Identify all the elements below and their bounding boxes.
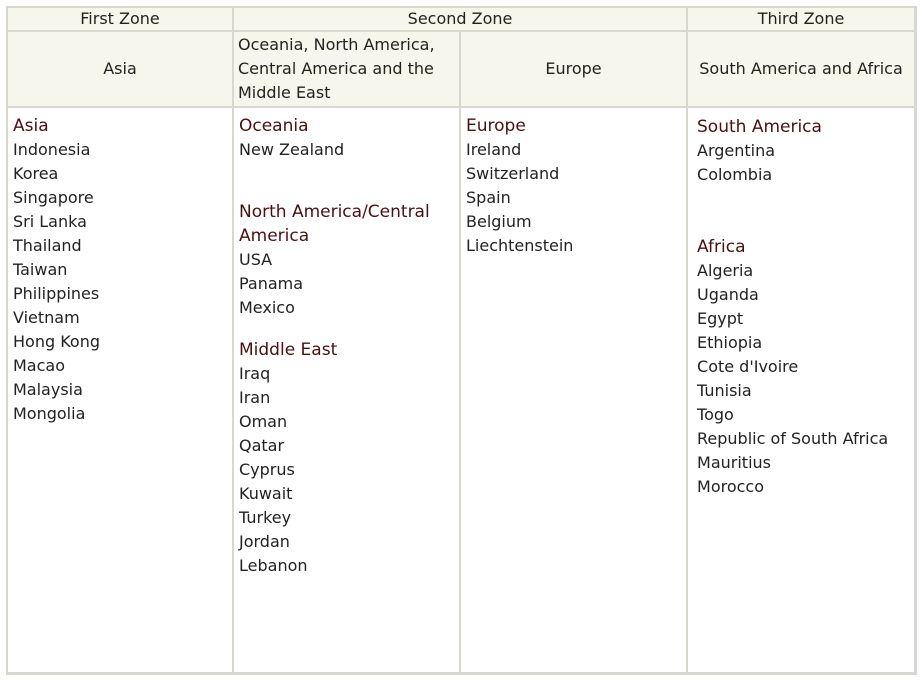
country-item: Belgium [466, 212, 532, 231]
region-header-asia: Asia [8, 32, 234, 108]
country-item: Ethiopia [697, 333, 763, 352]
country-item: Cyprus [239, 460, 295, 479]
region-title: Middle East [239, 340, 338, 360]
region-group-asia: Asia Indonesia Korea Singapore Sri Lanka Thai… [13, 114, 228, 426]
region-group-africa: Africa Algeria Uganda Egypt Ethiopia Cote d'I… [697, 235, 910, 499]
country-item: Oman [239, 412, 288, 431]
country-item: Panama [239, 274, 304, 293]
zone-header-third: Third Zone [688, 8, 915, 32]
region-title: Asia [13, 116, 49, 136]
country-item: New Zealand [239, 140, 345, 159]
zone-header-second: Second Zone [234, 8, 689, 32]
country-item: Ireland [466, 140, 522, 159]
region-group-oceania: Oceania New Zealand [239, 114, 455, 162]
country-item: Tunisia [697, 381, 752, 400]
country-item: Algeria [697, 261, 754, 280]
column-asia: Asia Indonesia Korea Singapore Sri Lanka Thai… [8, 108, 234, 672]
country-item: Turkey [239, 508, 292, 527]
country-item: Thailand [13, 236, 82, 255]
region-group-south-america: South America Argentina Colombia [697, 115, 910, 187]
zone-header-first: First Zone [8, 8, 234, 32]
country-item: Qatar [239, 436, 285, 455]
region-header-oceania-americas-middle-east: Oceania, North America, Central America … [234, 32, 461, 108]
country-item: Morocco [697, 477, 765, 496]
region-title: Europe [466, 116, 526, 136]
region-group-north-america-central-america: North America/Central America USA Panama Me… [239, 200, 455, 320]
country-item: Lebanon [239, 556, 308, 575]
region-group-europe: Europe Ireland Switzerland Spain Belgium Liec… [466, 114, 682, 258]
column-europe: Europe Ireland Switzerland Spain Belgium Liec… [461, 108, 689, 672]
page: First Zone Second Zone Third Zone Asia O… [0, 0, 920, 680]
country-item: Togo [697, 405, 734, 424]
country-item: Colombia [697, 165, 773, 184]
country-item: Liechtenstein [466, 236, 574, 255]
column-south-america-africa: South America Argentina Colombia Africa Alge… [688, 108, 915, 672]
country-item: Switzerland [466, 164, 560, 183]
country-item: Cote d'Ivoire [697, 357, 799, 376]
region-title: South America [697, 117, 822, 137]
country-item: Mexico [239, 298, 295, 317]
country-item: Iraq [239, 364, 271, 383]
countries-row: Asia Indonesia Korea Singapore Sri Lanka Thai… [8, 108, 915, 672]
country-item: Mauritius [697, 453, 771, 472]
country-item: Uganda [697, 285, 759, 304]
zones-header-row: First Zone Second Zone Third Zone [8, 8, 915, 32]
country-item: Kuwait [239, 484, 293, 503]
country-item: Iran [239, 388, 271, 407]
country-item: Indonesia [13, 140, 91, 159]
country-item: Spain [466, 188, 511, 207]
region-header-europe: Europe [461, 32, 689, 108]
country-item: Malaysia [13, 380, 83, 399]
region-title: Oceania [239, 116, 309, 136]
country-item: Korea [13, 164, 59, 183]
region-title: Africa [697, 237, 746, 257]
country-item: Philippines [13, 284, 100, 303]
country-item: Macao [13, 356, 65, 375]
regions-header-row: Asia Oceania, North America, Central Ame… [8, 32, 915, 108]
country-item: Mongolia [13, 404, 86, 423]
country-item: Singapore [13, 188, 94, 207]
region-header-south-america-africa: South America and Africa [688, 32, 915, 108]
region-title: North America/Central America [239, 202, 430, 246]
country-item: USA [239, 250, 273, 269]
country-item: Republic of South Africa [697, 429, 889, 448]
country-item: Hong Kong [13, 332, 100, 351]
country-item: Sri Lanka [13, 212, 87, 231]
shipping-zones-table: First Zone Second Zone Third Zone Asia O… [6, 6, 918, 675]
country-item: Taiwan [13, 260, 68, 279]
country-item: Egypt [697, 309, 744, 328]
column-oceania-americas-middle-east: Oceania New Zealand North America/Central … [234, 108, 461, 672]
region-group-middle-east: Middle East Iraq Iran Oman Qatar Cyprus Kuwait… [239, 338, 455, 578]
country-item: Jordan [239, 532, 290, 551]
country-item: Vietnam [13, 308, 80, 327]
country-item: Argentina [697, 141, 776, 160]
